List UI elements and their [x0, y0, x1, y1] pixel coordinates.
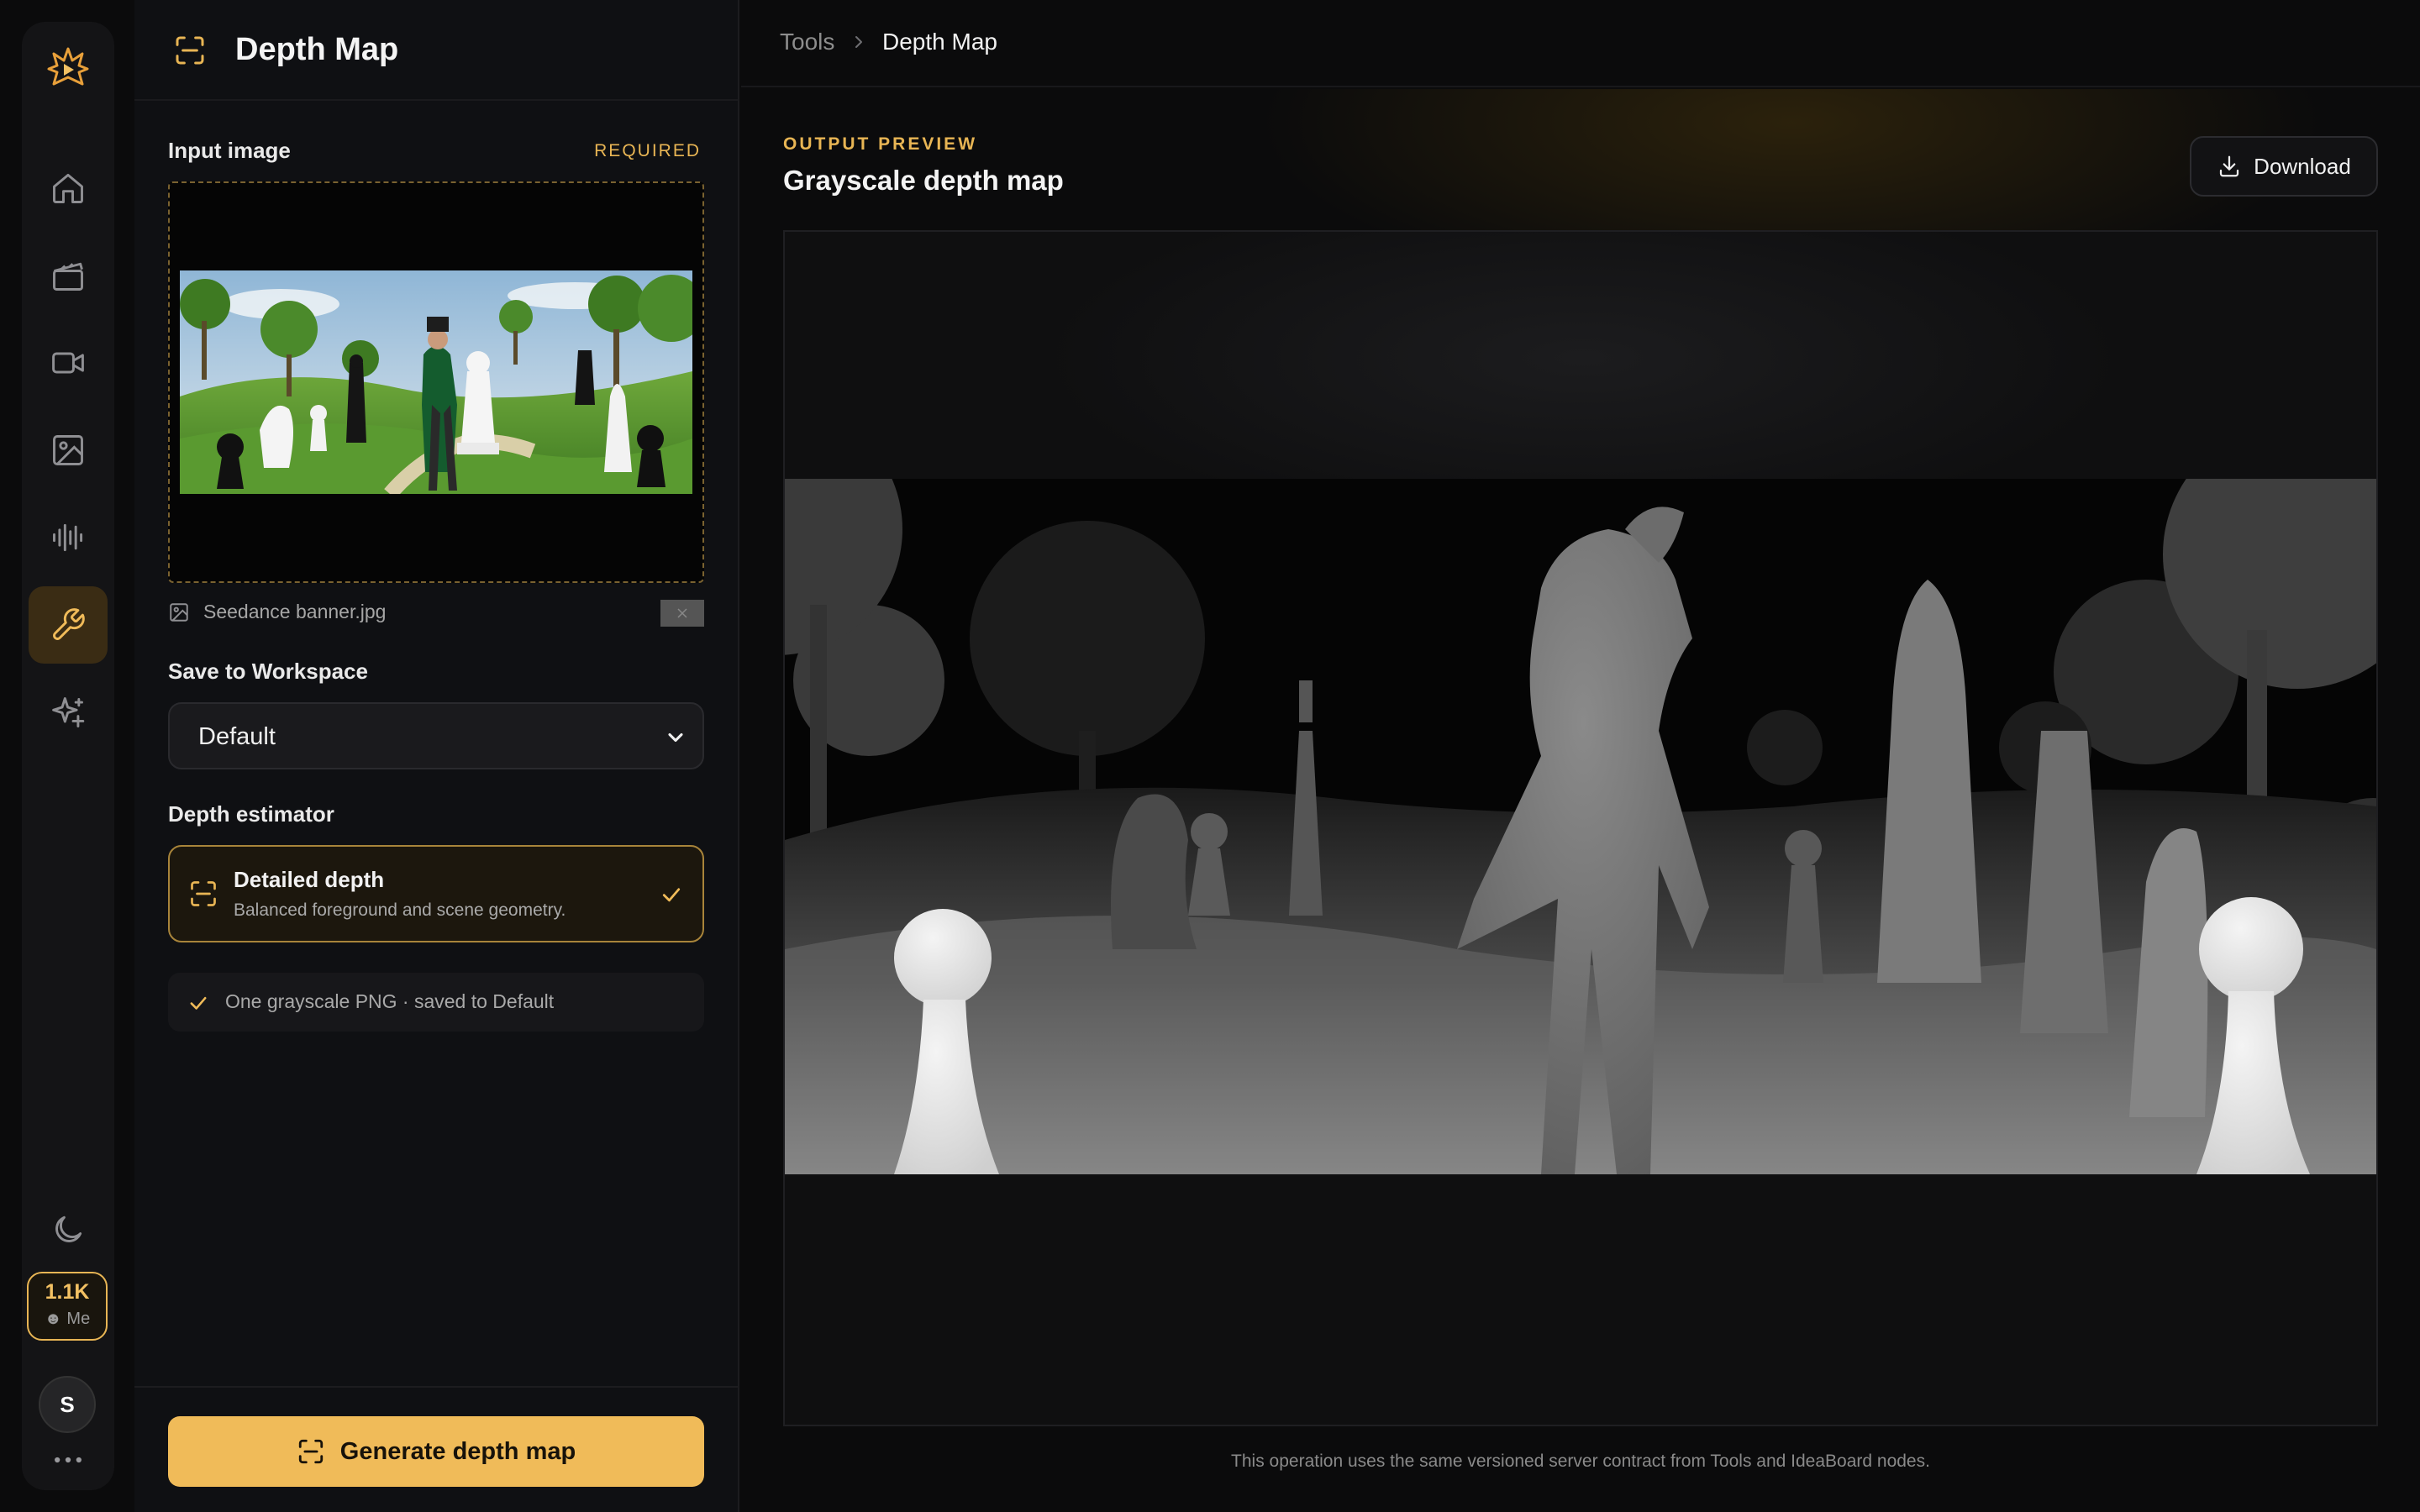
more-button[interactable] [22, 1435, 114, 1485]
waveform-icon [53, 523, 83, 552]
scan-icon [298, 1439, 323, 1464]
avatar[interactable]: S [39, 1376, 96, 1433]
output-note-text: One grayscale PNG · saved to Default [225, 990, 555, 1012]
breadcrumb-current: Depth Map [882, 29, 997, 55]
moon-icon [55, 1215, 82, 1242]
theme-toggle[interactable] [22, 1191, 114, 1268]
panel-header: Depth Map [134, 0, 738, 101]
required-badge: REQUIRED [594, 141, 701, 160]
preview-kicker: OUTPUT PREVIEW [783, 134, 978, 154]
generate-button[interactable]: Generate depth map [168, 1416, 704, 1487]
estimator-label: Depth estimator [168, 801, 334, 827]
chevron-right-icon [855, 36, 862, 48]
estimator-option-detailed[interactable]: Detailed depth Balanced foreground and s… [168, 845, 704, 942]
input-image-thumbnail [180, 270, 692, 494]
image-dropzone[interactable] [168, 181, 704, 583]
chevron-down-icon [668, 732, 683, 743]
workspace-select-value: Default [198, 723, 276, 750]
app-logo[interactable] [44, 44, 92, 92]
credits-badge[interactable]: 1.1K ☻ Me [27, 1272, 108, 1341]
download-icon [2220, 155, 2239, 177]
credits-owner-label: Me [66, 1310, 91, 1328]
clapperboard-icon [53, 262, 83, 291]
estimator-option-description: Balanced foreground and scene geometry. [234, 900, 566, 920]
generate-footer: Generate depth map [134, 1386, 738, 1512]
breadcrumb: Tools Depth Map [741, 0, 2420, 87]
file-info: Seedance banner.jpg [168, 598, 704, 627]
sidebar-item-ai[interactable] [22, 674, 114, 751]
output-note: One grayscale PNG · saved to Default [168, 973, 704, 1032]
credits-count: 1.1K [45, 1280, 90, 1304]
check-icon [190, 996, 207, 1010]
more-icon [55, 1457, 82, 1463]
workspace-select[interactable]: Default [168, 702, 704, 769]
page-title: Depth Map [235, 32, 399, 67]
scan-icon [176, 36, 204, 65]
image-file-icon [170, 603, 188, 622]
image-icon [53, 435, 83, 465]
output-preview-area: OUTPUT PREVIEW Grayscale depth map Downl… [741, 89, 2420, 1512]
breadcrumb-tools[interactable]: Tools [780, 29, 834, 55]
home-icon [53, 173, 83, 203]
remove-file-button[interactable] [660, 600, 704, 627]
video-icon [52, 352, 84, 374]
download-button[interactable]: Download [2190, 136, 2378, 197]
preview-title: Grayscale depth map [783, 165, 1064, 196]
depth-map-image [785, 479, 2376, 1174]
sidebar-item-projects[interactable] [22, 237, 114, 314]
footer-note: This operation uses the same versioned s… [1231, 1452, 1930, 1471]
download-button-label: Download [2254, 153, 2351, 179]
sidebar-item-tools[interactable] [29, 586, 108, 664]
sidebar-item-video[interactable] [22, 324, 114, 402]
file-name: Seedance banner.jpg [203, 601, 387, 622]
wrench-icon [53, 608, 85, 640]
sidebar-item-audio[interactable] [22, 499, 114, 576]
sidebar-item-home[interactable] [22, 150, 114, 227]
settings-panel: Depth Map Input image REQUIRED Seedance … [134, 0, 739, 1512]
close-icon [677, 608, 687, 618]
input-image-label: Input image [168, 138, 291, 163]
estimator-option-title: Detailed depth [234, 867, 385, 892]
preview-stage [783, 230, 2378, 1426]
credits-owner: ☻ Me [44, 1310, 91, 1328]
check-icon [662, 888, 681, 902]
sparkles-icon [52, 697, 85, 727]
workspace-label: Save to Workspace [168, 659, 368, 684]
generate-button-label: Generate depth map [339, 1437, 576, 1465]
sidebar-item-image[interactable] [22, 412, 114, 489]
icon-rail: 1.1K ☻ Me S [22, 22, 114, 1490]
scan-icon [191, 881, 216, 906]
